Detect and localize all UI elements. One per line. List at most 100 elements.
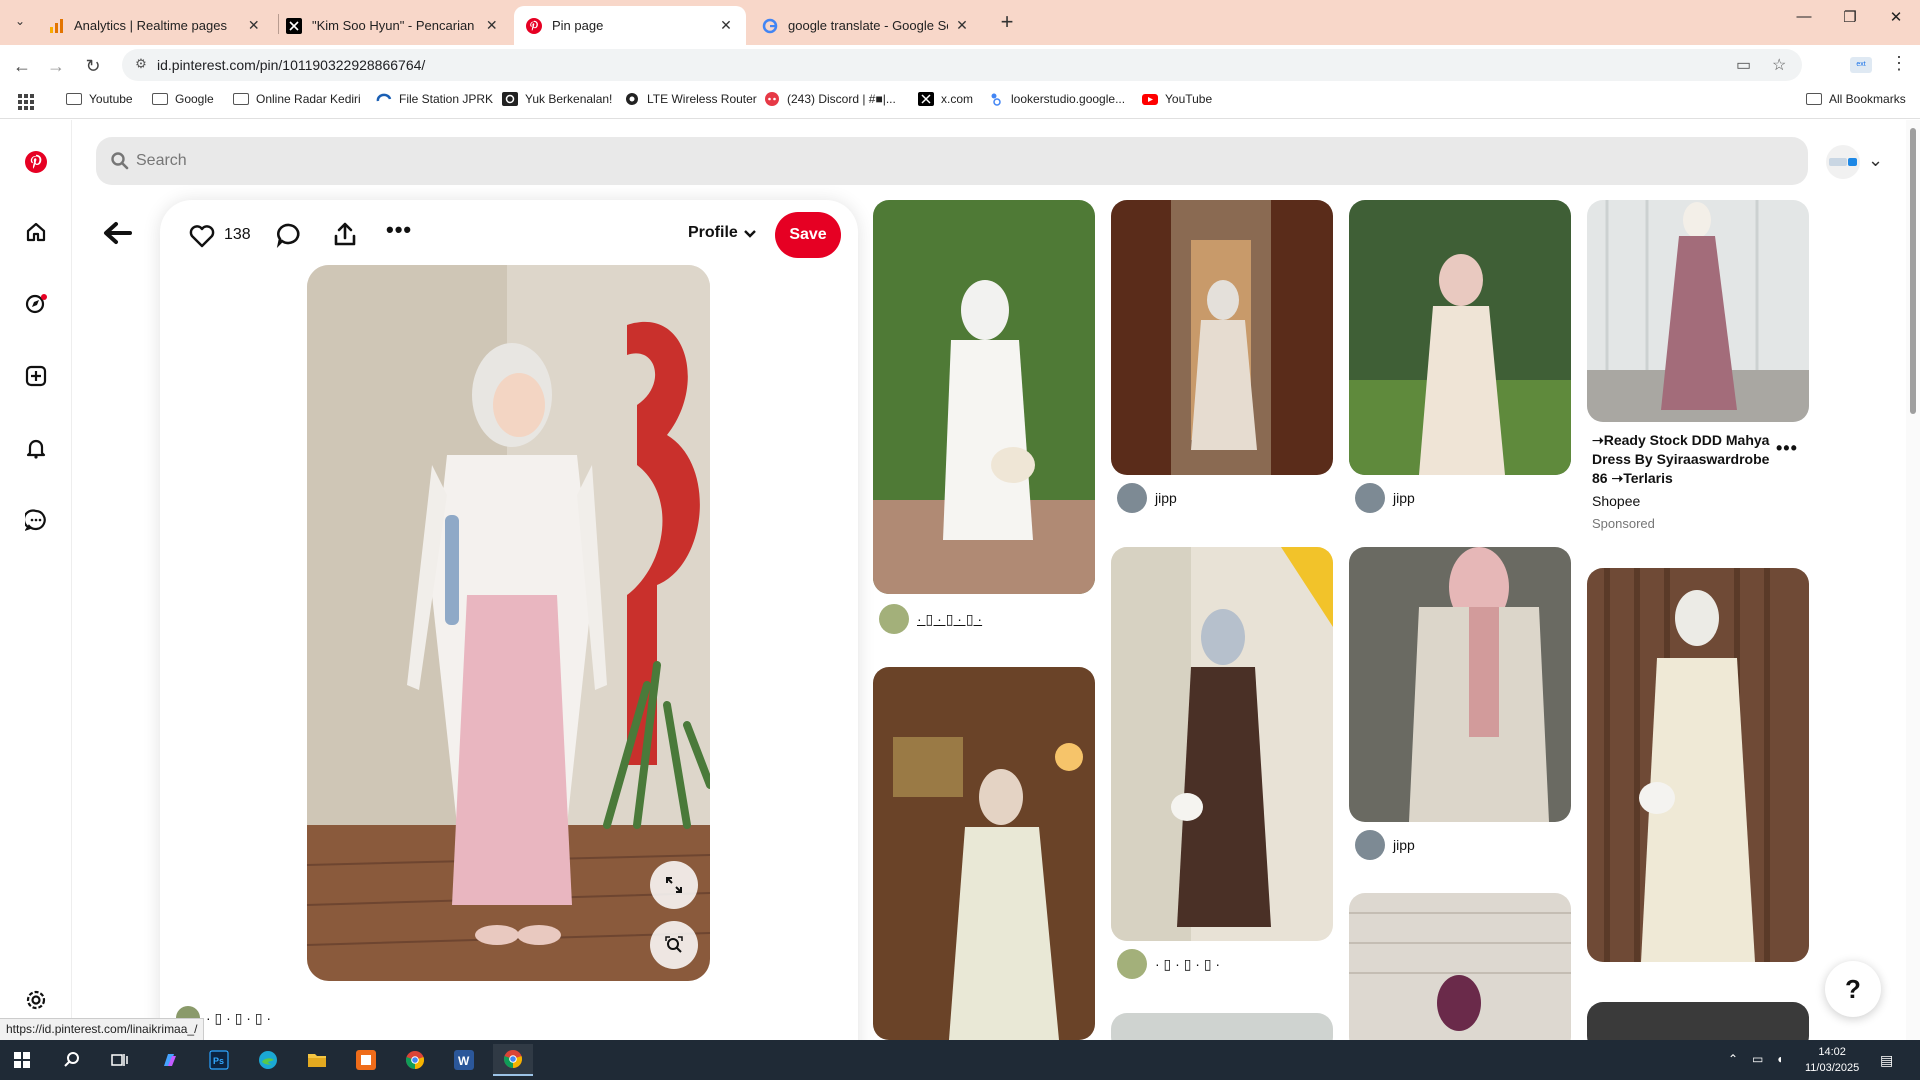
minimize-button[interactable]: — xyxy=(1784,8,1824,25)
search-input[interactable] xyxy=(136,137,1736,185)
bookmark-youtube-folder[interactable]: Youtube xyxy=(66,92,133,106)
scrollbar-thumb[interactable] xyxy=(1910,128,1916,414)
save-button[interactable]: Save xyxy=(775,212,841,258)
avatar xyxy=(1117,949,1147,979)
taskbar-search-icon[interactable] xyxy=(52,1044,92,1076)
extension-icon[interactable]: ext xyxy=(1850,57,1872,73)
grid-pin-image[interactable] xyxy=(1349,893,1571,1053)
svg-text:Ps: Ps xyxy=(213,1056,224,1066)
bookmark-label: LTE Wireless Router xyxy=(647,92,757,106)
bookmark-discord[interactable]: (243) Discord | #■|... xyxy=(764,92,896,106)
reload-icon[interactable]: ↻ xyxy=(80,53,106,79)
grid-pin-author[interactable]: jipp xyxy=(1355,830,1415,860)
all-bookmarks-button[interactable]: All Bookmarks xyxy=(1806,92,1906,106)
bookmark-star-icon[interactable]: ☆ xyxy=(1772,55,1786,75)
bookmark-lookerstudio[interactable]: lookerstudio.google... xyxy=(988,92,1125,106)
install-app-icon[interactable]: ▭ xyxy=(1736,55,1751,75)
grid-pin-image[interactable] xyxy=(873,200,1095,594)
tab-title: Pin page xyxy=(552,18,604,33)
tab-analytics[interactable]: Analytics | Realtime pages ✕ xyxy=(36,6,274,45)
sponsored-title[interactable]: ➝Ready Stock DDD Mahya Dress By Syiraasw… xyxy=(1592,431,1780,488)
bookmark-lte-router[interactable]: LTE Wireless Router xyxy=(624,92,757,106)
create-icon[interactable] xyxy=(22,362,50,390)
taskbar-clock[interactable]: 14:02 11/03/2025 xyxy=(1805,1044,1859,1076)
looker-icon xyxy=(991,93,1001,106)
pin-image[interactable] xyxy=(307,265,710,981)
close-icon[interactable]: ✕ xyxy=(718,17,734,34)
page-scrollbar[interactable] xyxy=(1906,120,1920,1040)
grid-pin-image[interactable] xyxy=(1587,568,1809,962)
q-icon xyxy=(502,92,518,106)
grid-pin-image[interactable] xyxy=(1349,200,1571,475)
visual-search-icon[interactable] xyxy=(650,921,698,969)
tab-strip: ⌄ Analytics | Realtime pages ✕ "Kim Soo … xyxy=(0,0,1920,45)
grid-pin-author[interactable]: · ▯ · ▯ · ▯ · xyxy=(879,604,982,634)
bookmark-online-radar[interactable]: Online Radar Kediri xyxy=(233,92,361,106)
restore-button[interactable]: ❐ xyxy=(1830,8,1870,26)
grid-pin-author[interactable]: jipp xyxy=(1117,483,1177,513)
sponsored-seller[interactable]: Shopee xyxy=(1592,493,1640,509)
like-count: 138 xyxy=(224,226,251,243)
profile-board-dropdown[interactable]: Profile xyxy=(688,224,758,242)
comment-icon[interactable] xyxy=(276,222,302,248)
grid-pin-image[interactable] xyxy=(873,667,1095,1040)
back-arrow-icon[interactable] xyxy=(100,218,134,248)
settings-icon[interactable] xyxy=(22,986,50,1014)
grid-pin-author[interactable]: jipp xyxy=(1355,483,1415,513)
notification-center-icon[interactable]: ▤ xyxy=(1880,1052,1893,1069)
new-tab-button[interactable]: + xyxy=(994,9,1020,35)
notifications-icon[interactable] xyxy=(22,434,50,462)
close-icon[interactable]: ✕ xyxy=(483,17,500,34)
grid-pin-image[interactable] xyxy=(1111,200,1333,475)
site-info-icon[interactable]: ⚙ xyxy=(132,56,150,74)
chrome-menu-icon[interactable]: ⋮ xyxy=(1890,53,1908,74)
chevron-up-icon[interactable]: ⌃ xyxy=(1728,1052,1738,1066)
chrome-active-icon[interactable] xyxy=(493,1044,533,1076)
help-button[interactable]: ? xyxy=(1825,961,1881,1017)
home-icon[interactable] xyxy=(22,218,50,246)
task-view-icon[interactable] xyxy=(100,1044,140,1076)
explore-icon[interactable] xyxy=(22,290,50,318)
grid-pin-author[interactable]: · ▯ · ▯ · ▯ · xyxy=(1117,949,1220,979)
apps-grid-icon[interactable] xyxy=(18,94,34,110)
chrome-icon[interactable] xyxy=(395,1044,435,1076)
tab-google-translate[interactable]: google translate - Google Search ✕ xyxy=(750,6,982,45)
messages-icon[interactable] xyxy=(22,506,50,534)
search-bar[interactable] xyxy=(96,137,1808,185)
bookmark-yuk-berkenalan[interactable]: Yuk Berkenalan! xyxy=(502,92,612,106)
bookmark-google-folder[interactable]: Google xyxy=(152,92,214,106)
forward-icon[interactable]: → xyxy=(43,53,69,79)
grid-pin-image[interactable] xyxy=(1349,547,1571,822)
pinterest-logo-icon[interactable] xyxy=(22,148,50,176)
word-icon[interactable]: W xyxy=(444,1044,484,1076)
back-icon[interactable]: ← xyxy=(9,53,35,79)
close-icon[interactable]: ✕ xyxy=(954,17,970,34)
windows-start-icon[interactable] xyxy=(2,1044,42,1076)
bookmark-youtube[interactable]: YouTube xyxy=(1142,92,1212,106)
network-icon[interactable]: ▭ xyxy=(1752,1052,1763,1066)
app-orange-icon[interactable] xyxy=(346,1044,386,1076)
account-avatar[interactable] xyxy=(1826,145,1860,179)
grid-pin-image[interactable] xyxy=(1111,547,1333,941)
close-icon[interactable]: ✕ xyxy=(245,17,262,34)
close-window-button[interactable]: ✕ xyxy=(1876,8,1916,26)
sponsored-pin-image[interactable] xyxy=(1587,200,1809,422)
volume-icon[interactable]: ◖ xyxy=(1776,1052,1783,1066)
more-options-icon[interactable]: ••• xyxy=(1776,438,1798,459)
bookmark-file-station[interactable]: File Station JPRK xyxy=(376,92,493,106)
share-icon[interactable] xyxy=(332,220,358,248)
url-text[interactable]: id.pinterest.com/pin/101190322928866764/ xyxy=(157,57,425,73)
tab-pin-page[interactable]: Pin page ✕ xyxy=(514,6,746,45)
edge-icon[interactable] xyxy=(248,1044,288,1076)
tab-x[interactable]: "Kim Soo Hyun" - Pencarian / X ✕ xyxy=(274,6,512,45)
photoshop-icon[interactable]: Ps xyxy=(199,1044,239,1076)
address-bar[interactable]: ⚙ id.pinterest.com/pin/10119032292886676… xyxy=(122,49,1802,81)
file-explorer-icon[interactable] xyxy=(297,1044,337,1076)
heart-icon[interactable] xyxy=(188,222,216,250)
copilot-icon[interactable] xyxy=(150,1044,190,1076)
bookmark-x[interactable]: x.com xyxy=(918,92,973,106)
more-options-icon[interactable]: ••• xyxy=(386,219,416,244)
expand-icon[interactable] xyxy=(650,861,698,909)
tab-search-button[interactable]: ⌄ xyxy=(8,9,32,33)
chevron-down-icon[interactable]: ⌄ xyxy=(1868,150,1883,171)
